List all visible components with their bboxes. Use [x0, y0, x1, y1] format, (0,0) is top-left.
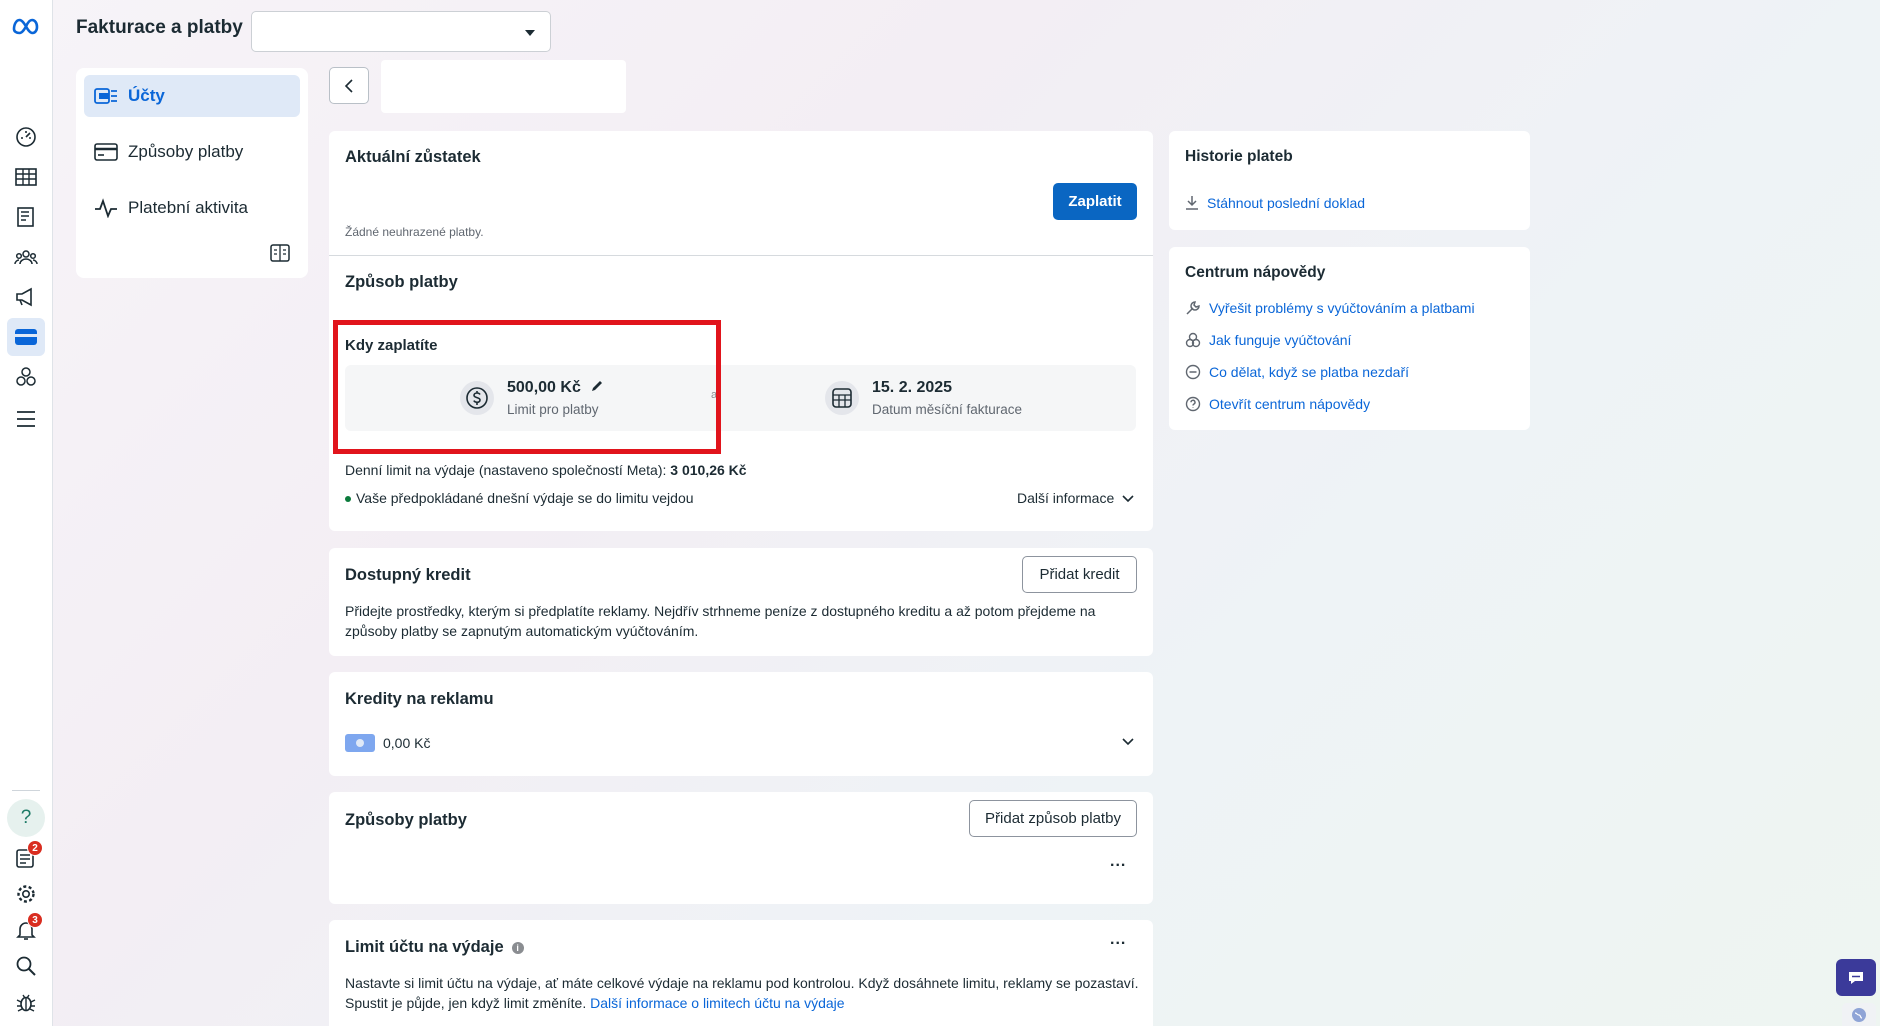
payment-method-title: Způsob platby	[345, 273, 458, 291]
activity-icon	[94, 198, 118, 218]
help-link-label: Co dělat, když se platba nezdaří	[1209, 364, 1410, 380]
more-options-icon[interactable]: ...	[1110, 853, 1126, 871]
chat-support-button[interactable]	[1836, 959, 1876, 996]
more-info-toggle[interactable]: Další informace	[1017, 488, 1134, 509]
chevron-left-icon	[344, 78, 353, 93]
credit-description-1: Přidejte prostředky, kterým si předplatí…	[345, 603, 1096, 619]
billing-help-icon	[1185, 332, 1201, 348]
balance-title: Aktuální zůstatek	[345, 148, 481, 166]
meta-logo-icon[interactable]	[7, 6, 45, 44]
menu-icon[interactable]	[7, 400, 45, 438]
daily-limit-amount: 3 010,26 Kč	[670, 462, 747, 478]
caret-down-icon	[524, 29, 536, 37]
globe-icon[interactable]	[1842, 1003, 1876, 1026]
dashboard-icon[interactable]	[7, 118, 45, 156]
billing-date-label: Datum měsíční fakturace	[872, 402, 1023, 417]
audience-icon[interactable]	[7, 238, 45, 276]
ad-credits-title: Kredity na reklamu	[345, 690, 494, 708]
accounts-icon	[94, 86, 118, 106]
settings-icon[interactable]	[7, 875, 45, 913]
billing-date-value: 15. 2. 2025	[872, 379, 953, 396]
info-icon[interactable]: i	[511, 941, 524, 954]
highlight-box	[333, 320, 721, 454]
spend-limit-description-1: Nastavte si limit účtu na výdaje, ať mát…	[345, 975, 1139, 991]
subnav-item-accounts[interactable]: Účty	[84, 75, 300, 117]
back-button[interactable]	[329, 67, 369, 104]
download-icon	[1186, 196, 1198, 210]
help-center-card: Centrum nápovědy Vyřešit problémy s vyúč…	[1169, 247, 1530, 430]
collapse-panel-icon[interactable]	[268, 241, 292, 265]
help-link-label: Vyřešit problémy s vyúčtováním a platbam…	[1209, 300, 1475, 316]
billing-card-icon[interactable]	[7, 318, 45, 356]
daily-limit-status-text: Vaše předpokládané dnešní výdaje se do l…	[356, 490, 694, 506]
download-receipt-link[interactable]: Stáhnout poslední doklad	[1185, 195, 1365, 211]
download-receipt-label: Stáhnout poslední doklad	[1207, 195, 1366, 211]
card-icon	[94, 143, 118, 161]
subnav-label: Způsoby platby	[128, 142, 244, 161]
spend-limit-description-2-text: Spustit je půjde, jen když limit změníte…	[345, 995, 587, 1011]
available-credit-card: Dostupný kredit Přidat kredit Přidejte p…	[329, 548, 1153, 656]
calendar-table-icon	[825, 381, 859, 415]
news-badge: 2	[27, 840, 43, 856]
account-info-placeholder	[381, 60, 626, 113]
add-payment-method-button[interactable]: Přidat způsob platby	[969, 800, 1137, 837]
more-options-icon[interactable]: ...	[1110, 931, 1126, 949]
help-link-how-billing-works[interactable]: Jak funguje vyúčtování	[1185, 332, 1351, 348]
history-title: Historie plateb	[1185, 148, 1293, 165]
help-link-label: Otevřít centrum nápovědy	[1209, 396, 1371, 412]
payment-methods-title: Způsoby platby	[345, 811, 467, 829]
help-link-label: Jak funguje vyúčtování	[1209, 332, 1352, 348]
minus-circle-icon	[1185, 364, 1201, 380]
chat-icon	[1849, 971, 1863, 984]
spend-limit-learn-more-link[interactable]: Další informace o limitech účtu na výdaj…	[590, 995, 844, 1011]
business-assets-icon[interactable]	[7, 358, 45, 396]
add-credit-button[interactable]: Přidat kredit	[1022, 556, 1137, 593]
subnav-item-payment-activity[interactable]: Platební aktivita	[84, 187, 300, 229]
ad-account-select[interactable]	[251, 11, 551, 52]
notifications-list-icon[interactable]: 2	[7, 839, 45, 877]
search-icon[interactable]	[7, 947, 45, 985]
help-link-payment-failed[interactable]: Co dělat, když se platba nezdaří	[1185, 364, 1409, 380]
daily-limit-row: Denní limit na výdaje (nastaveno společn…	[345, 460, 747, 481]
coupon-icon	[345, 734, 375, 752]
global-nav-rail: ? 2 3	[0, 0, 53, 1026]
payment-methods-card: Způsoby platby Přidat způsob platby ...	[329, 792, 1153, 904]
spend-limit-title: Limit účtu na výdaje	[345, 938, 504, 956]
ad-credits-card: Kredity na reklamu 0,00 Kč	[329, 672, 1153, 776]
bell-icon[interactable]: 3	[7, 911, 45, 949]
pay-button[interactable]: Zaplatit	[1053, 183, 1137, 220]
bug-icon[interactable]	[7, 983, 45, 1021]
more-info-label: Další informace	[1017, 490, 1115, 506]
page-title: Fakturace a platby	[76, 17, 243, 38]
spend-limit-card: Limit účtu na výdaje i ... Nastavte si l…	[329, 920, 1153, 1026]
megaphone-icon[interactable]	[7, 278, 45, 316]
rail-divider	[12, 790, 40, 791]
no-payments-text: Žádné neuhrazené platby.	[345, 225, 484, 239]
status-dot-icon	[345, 495, 351, 502]
help-title: Centrum nápovědy	[1185, 264, 1326, 281]
spend-limit-description-2: Spustit je půjde, jen když limit změníte…	[345, 993, 845, 1014]
payment-history-card: Historie plateb Stáhnout poslední doklad	[1169, 131, 1530, 230]
daily-limit-text: Denní limit na výdaje (nastaveno společn…	[345, 462, 667, 478]
chevron-down-icon	[1122, 494, 1134, 502]
divider	[329, 255, 1153, 256]
help-link-open-help-center[interactable]: Otevřít centrum nápovědy	[1185, 396, 1370, 412]
subnav-label: Účty	[128, 86, 165, 105]
subnav-item-payment-methods[interactable]: Způsoby platby	[84, 131, 300, 173]
subnav-label: Platební aktivita	[128, 198, 249, 217]
catalog-icon[interactable]	[7, 198, 45, 236]
bell-badge: 3	[27, 912, 43, 928]
credit-description-2: způsoby platby se zapnutým automatickým …	[345, 623, 699, 639]
help-icon[interactable]: ?	[7, 799, 45, 837]
daily-limit-status: Vaše předpokládané dnešní výdaje se do l…	[345, 488, 694, 509]
help-link-troubleshoot[interactable]: Vyřešit problémy s vyúčtováním a platbam…	[1185, 300, 1475, 316]
ad-credits-amount: 0,00 Kč	[383, 735, 431, 751]
table-icon[interactable]	[7, 158, 45, 196]
spend-limit-header: Limit účtu na výdaje i	[345, 938, 524, 957]
billing-subnav: Účty Způsoby platby Platební aktivita	[76, 68, 308, 278]
credit-title: Dostupný kredit	[345, 566, 471, 584]
question-circle-icon	[1185, 396, 1201, 412]
wrench-icon	[1186, 301, 1200, 315]
chevron-down-icon[interactable]	[1122, 738, 1134, 746]
